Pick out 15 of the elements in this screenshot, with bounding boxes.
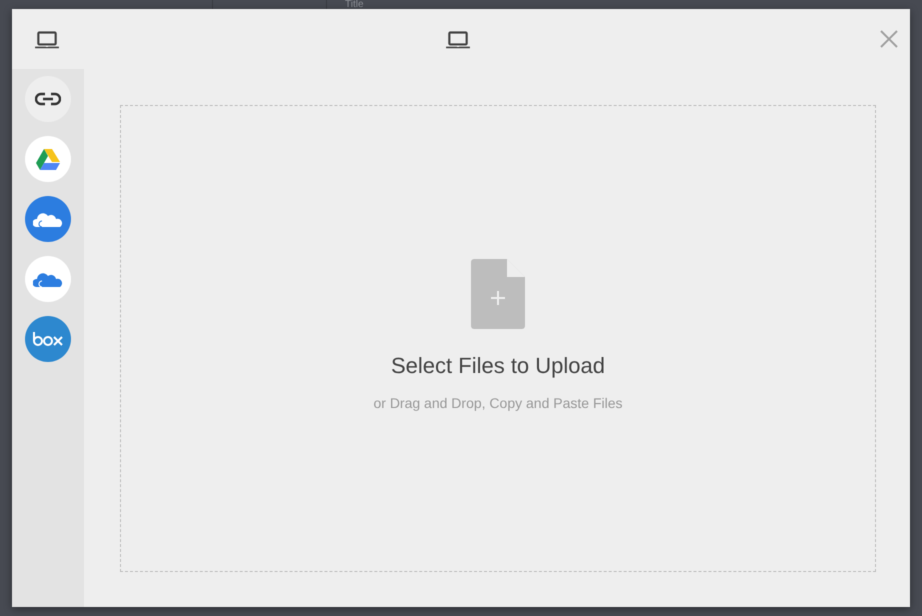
drop-zone[interactable]: Select Files to Upload or Drag and Drop, Copy and Paste Files (120, 105, 876, 572)
link-icon (35, 92, 61, 106)
dropzone-title: Select Files to Upload (391, 352, 605, 378)
box-logo-icon (32, 332, 64, 346)
laptop-icon (445, 29, 471, 49)
column-heading: Title (345, 0, 364, 10)
triangle-icon (36, 148, 60, 170)
device-button[interactable] (445, 29, 471, 49)
file-add-icon (471, 258, 525, 328)
close-icon (880, 30, 898, 48)
device-button[interactable] (34, 29, 60, 49)
source-button[interactable] (25, 76, 71, 122)
close-button[interactable] (880, 30, 898, 48)
dropzone-hint: or Drag and Drop, Copy and Paste Files (373, 394, 622, 410)
laptop-icon (34, 29, 60, 49)
